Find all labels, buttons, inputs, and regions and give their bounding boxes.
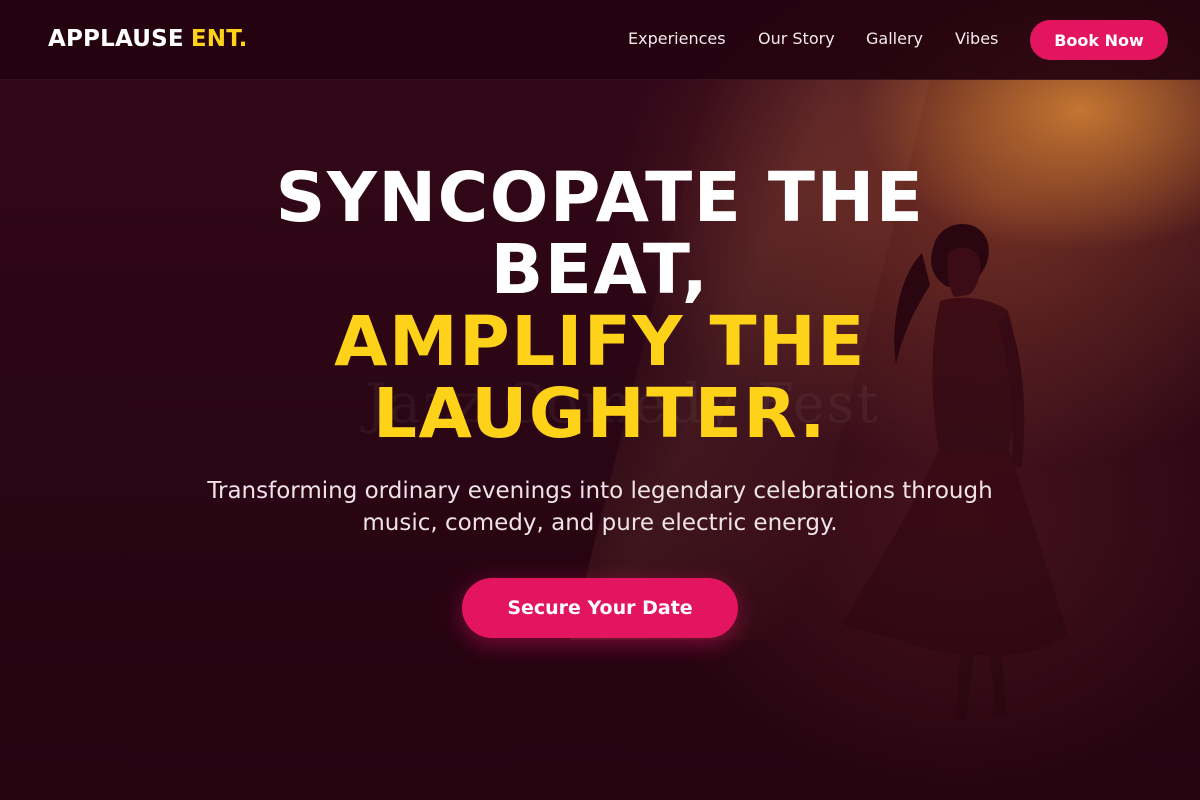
headline-line-2: BEAT, xyxy=(490,230,710,310)
headline-line-3: AMPLIFY THE xyxy=(334,302,866,382)
nav-link-vibes[interactable]: Vibes xyxy=(955,29,998,48)
nav-link-experiences[interactable]: Experiences xyxy=(628,29,726,48)
book-now-button[interactable]: Book Now xyxy=(1030,20,1168,60)
nav-link-gallery[interactable]: Gallery xyxy=(866,29,923,48)
hero-headline: SYNCOPATE THE BEAT, AMPLIFY THE LAUGHTER… xyxy=(200,162,1000,450)
top-navigation-bar: APPLAUSE ENT. Experiences Our Story Galle… xyxy=(0,0,1200,80)
nav-link-our-story[interactable]: Our Story xyxy=(758,29,835,48)
brand-logo[interactable]: APPLAUSE ENT. xyxy=(48,26,248,52)
secure-your-date-button[interactable]: Secure Your Date xyxy=(462,578,738,638)
landing-page: Jazz Comedy Fest APPLAUSE ENT. Experience… xyxy=(0,0,1200,800)
hero-subtitle: Transforming ordinary evenings into lege… xyxy=(207,478,993,536)
brand-name: APPLAUSE xyxy=(48,26,184,52)
headline-line-1: SYNCOPATE THE xyxy=(275,158,925,238)
headline-line-4: LAUGHTER. xyxy=(373,374,827,454)
brand-suffix: ENT. xyxy=(190,26,248,52)
